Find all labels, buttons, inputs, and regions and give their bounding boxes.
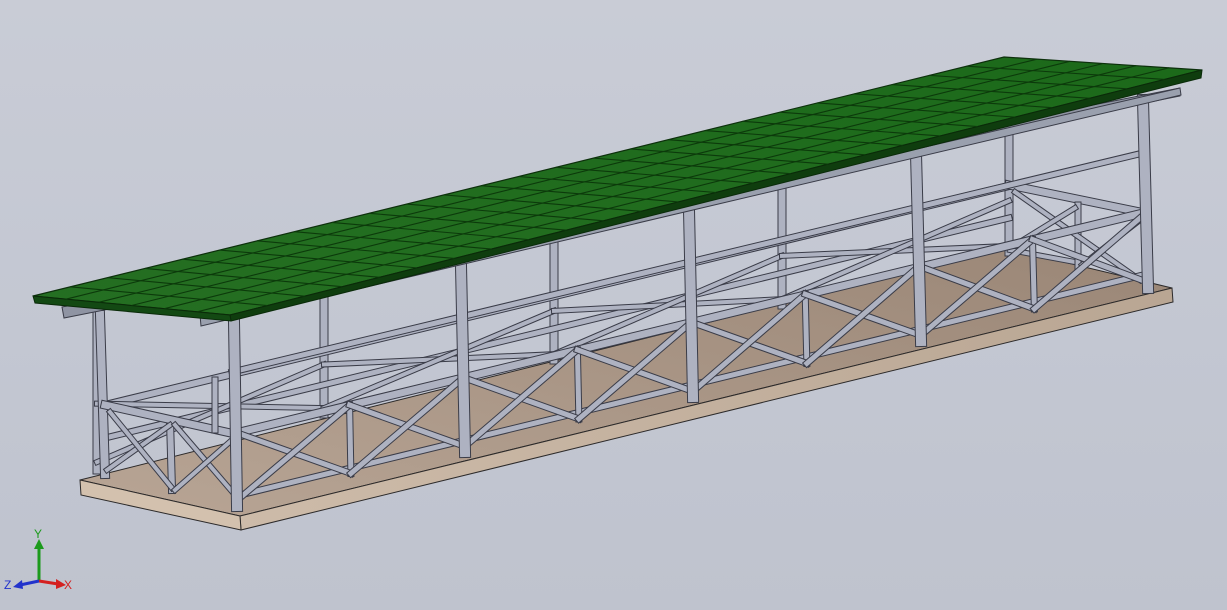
x-axis-arrow xyxy=(38,579,66,589)
front-column xyxy=(454,259,472,459)
left-end-post xyxy=(165,415,177,495)
front-column xyxy=(227,315,244,513)
carport-model[interactable] xyxy=(0,0,1227,610)
graphics-viewport[interactable]: Y X Z xyxy=(0,0,1227,610)
front-column xyxy=(909,147,928,348)
front-panel-post xyxy=(1028,235,1038,313)
left-end-column xyxy=(94,309,111,480)
y-axis-label: Y xyxy=(34,527,42,541)
front-panel-post xyxy=(346,401,355,478)
z-axis-arrow xyxy=(13,579,40,589)
y-axis-arrow xyxy=(34,539,44,581)
front-panel-post xyxy=(801,290,811,367)
front-panel-post xyxy=(573,346,583,423)
front-column xyxy=(682,203,700,404)
front-column xyxy=(1136,93,1155,295)
x-axis-label: X xyxy=(64,578,72,592)
axis-triad: Y X Z xyxy=(4,527,72,592)
z-axis-label: Z xyxy=(4,578,11,592)
